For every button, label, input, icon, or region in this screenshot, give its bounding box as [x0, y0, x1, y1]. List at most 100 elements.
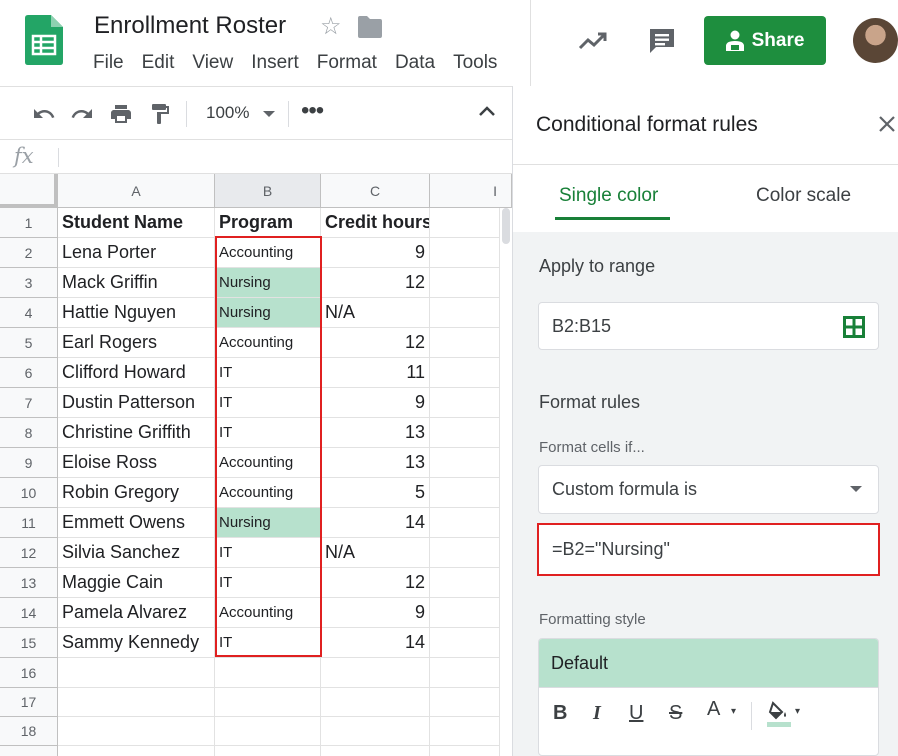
- cell-d18[interactable]: [430, 717, 500, 746]
- folder-icon[interactable]: [358, 16, 382, 38]
- activity-trend-icon[interactable]: [578, 28, 608, 52]
- fill-color-caret-icon[interactable]: ▾: [795, 706, 800, 717]
- cell-b15[interactable]: IT: [215, 628, 321, 658]
- cell-a15[interactable]: Sammy Kennedy: [58, 628, 215, 658]
- menu-insert[interactable]: Insert: [251, 52, 299, 74]
- cell-c4[interactable]: N/A: [321, 298, 430, 328]
- cell-d6[interactable]: [430, 358, 500, 388]
- strikethrough-icon[interactable]: S: [669, 702, 682, 725]
- row-header[interactable]: 12: [0, 538, 58, 568]
- zoom-select[interactable]: 100%: [206, 103, 249, 123]
- cell-b19[interactable]: [215, 746, 321, 756]
- cell-d9[interactable]: [430, 448, 500, 478]
- cell-a3[interactable]: Mack Griffin: [58, 268, 215, 298]
- select-all-corner[interactable]: [0, 174, 58, 208]
- cell-b8[interactable]: IT: [215, 418, 321, 448]
- cell-b7[interactable]: IT: [215, 388, 321, 418]
- undo-icon[interactable]: [32, 102, 56, 126]
- cell-d4[interactable]: [430, 298, 500, 328]
- cell-c12[interactable]: N/A: [321, 538, 430, 568]
- tab-color-scale[interactable]: Color scale: [756, 185, 851, 207]
- menu-format[interactable]: Format: [317, 52, 377, 74]
- row-header[interactable]: 6: [0, 358, 58, 388]
- paint-format-icon[interactable]: [148, 102, 172, 126]
- row-header[interactable]: 16: [0, 658, 58, 688]
- bold-icon[interactable]: B: [553, 702, 567, 725]
- cell-c7[interactable]: 9: [321, 388, 430, 418]
- row-header[interactable]: 14: [0, 598, 58, 628]
- cell-c16[interactable]: [321, 658, 430, 688]
- cell-c1[interactable]: Credit hours: [321, 208, 430, 238]
- cell-b4[interactable]: Nursing: [215, 298, 321, 328]
- cell-d1[interactable]: [430, 208, 500, 238]
- row-header[interactable]: 17: [0, 688, 58, 717]
- cell-b6[interactable]: IT: [215, 358, 321, 388]
- cell-b13[interactable]: IT: [215, 568, 321, 598]
- column-header-d[interactable]: I: [430, 174, 512, 208]
- cell-a11[interactable]: Emmett Owens: [58, 508, 215, 538]
- menu-data[interactable]: Data: [395, 52, 435, 74]
- range-input[interactable]: B2:B15: [538, 302, 879, 350]
- cell-a19[interactable]: [58, 746, 215, 756]
- cell-a9[interactable]: Eloise Ross: [58, 448, 215, 478]
- cell-b11[interactable]: Nursing: [215, 508, 321, 538]
- cell-a7[interactable]: Dustin Patterson: [58, 388, 215, 418]
- row-header[interactable]: 15: [0, 628, 58, 658]
- cell-d13[interactable]: [430, 568, 500, 598]
- cell-d8[interactable]: [430, 418, 500, 448]
- cell-b3[interactable]: Nursing: [215, 268, 321, 298]
- cell-b18[interactable]: [215, 717, 321, 746]
- print-icon[interactable]: [109, 102, 133, 126]
- cell-a13[interactable]: Maggie Cain: [58, 568, 215, 598]
- cell-c6[interactable]: 11: [321, 358, 430, 388]
- cell-c10[interactable]: 5: [321, 478, 430, 508]
- more-options-icon[interactable]: •••: [301, 97, 324, 125]
- close-icon[interactable]: [877, 114, 897, 134]
- sheets-logo-icon[interactable]: [25, 15, 63, 65]
- row-header[interactable]: 7: [0, 388, 58, 418]
- row-header[interactable]: 13: [0, 568, 58, 598]
- cell-d15[interactable]: [430, 628, 500, 658]
- menu-view[interactable]: View: [192, 52, 233, 74]
- row-header[interactable]: 8: [0, 418, 58, 448]
- cell-a18[interactable]: [58, 717, 215, 746]
- vertical-scrollbar[interactable]: [500, 208, 512, 756]
- formula-bar[interactable]: fx: [0, 140, 512, 174]
- menu-file[interactable]: File: [93, 52, 124, 74]
- share-button[interactable]: Share: [704, 16, 826, 65]
- row-header[interactable]: 1: [0, 208, 58, 238]
- cell-d19[interactable]: [430, 746, 500, 756]
- fill-color-icon[interactable]: [767, 700, 791, 728]
- cell-c3[interactable]: 12: [321, 268, 430, 298]
- scrollbar-thumb[interactable]: [502, 208, 510, 244]
- row-header[interactable]: 9: [0, 448, 58, 478]
- row-header[interactable]: 10: [0, 478, 58, 508]
- cell-a6[interactable]: Clifford Howard: [58, 358, 215, 388]
- cell-a8[interactable]: Christine Griffith: [58, 418, 215, 448]
- underline-icon[interactable]: U: [629, 702, 643, 725]
- star-icon[interactable]: ☆: [320, 12, 342, 41]
- cell-c15[interactable]: 14: [321, 628, 430, 658]
- cell-d7[interactable]: [430, 388, 500, 418]
- cell-c2[interactable]: 9: [321, 238, 430, 268]
- cell-d5[interactable]: [430, 328, 500, 358]
- cell-a10[interactable]: Robin Gregory: [58, 478, 215, 508]
- cell-d17[interactable]: [430, 688, 500, 717]
- select-range-icon[interactable]: [843, 316, 865, 338]
- chevron-down-icon[interactable]: [263, 111, 275, 117]
- cell-a14[interactable]: Pamela Alvarez: [58, 598, 215, 628]
- cell-c19[interactable]: [321, 746, 430, 756]
- style-preset-select[interactable]: Default: [539, 639, 878, 687]
- cell-c11[interactable]: 14: [321, 508, 430, 538]
- cell-b14[interactable]: Accounting: [215, 598, 321, 628]
- tab-single-color[interactable]: Single color: [559, 185, 658, 207]
- text-color-icon[interactable]: A: [707, 698, 720, 721]
- cell-d10[interactable]: [430, 478, 500, 508]
- cell-c14[interactable]: 9: [321, 598, 430, 628]
- cell-a4[interactable]: Hattie Nguyen: [58, 298, 215, 328]
- cell-d3[interactable]: [430, 268, 500, 298]
- cell-b10[interactable]: Accounting: [215, 478, 321, 508]
- column-header-c[interactable]: C: [321, 174, 430, 208]
- row-header[interactable]: 2: [0, 238, 58, 268]
- cell-c9[interactable]: 13: [321, 448, 430, 478]
